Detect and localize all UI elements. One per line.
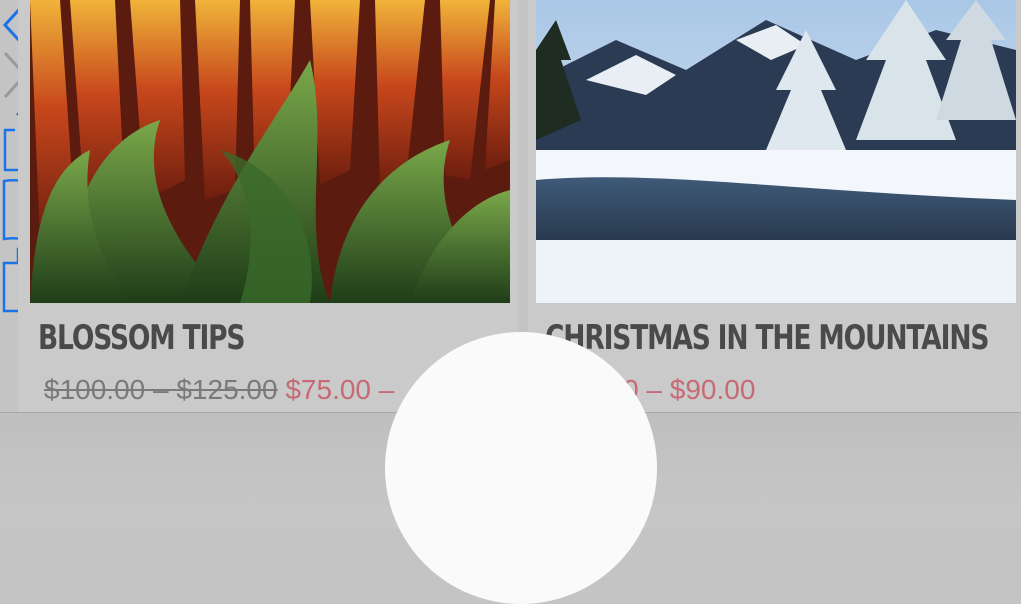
product-title-mountains[interactable]: CHRISTMAS IN THE MOUNTAINS: [545, 318, 989, 358]
price-original-low: $100.00: [44, 374, 146, 405]
price-separator-old: –: [145, 374, 177, 405]
product-price-blossom: $100.00 – $125.00 $75.00 –: [44, 374, 394, 406]
tap-highlight: [385, 332, 657, 604]
price-original-high: $125.00: [176, 374, 278, 405]
product-image-blossom[interactable]: [30, 0, 510, 303]
price-sale: $75.00 –: [277, 374, 395, 405]
product-card-mountains[interactable]: CHRISTMAS IN THE MOUNTAINS $60.00 – $90.…: [528, 0, 1021, 412]
product-image-mountains[interactable]: [536, 0, 1016, 303]
product-card-blossom[interactable]: BLOSSOM TIPS $100.00 – $125.00 $75.00 –: [18, 0, 518, 412]
product-title-blossom[interactable]: BLOSSOM TIPS: [38, 318, 246, 358]
